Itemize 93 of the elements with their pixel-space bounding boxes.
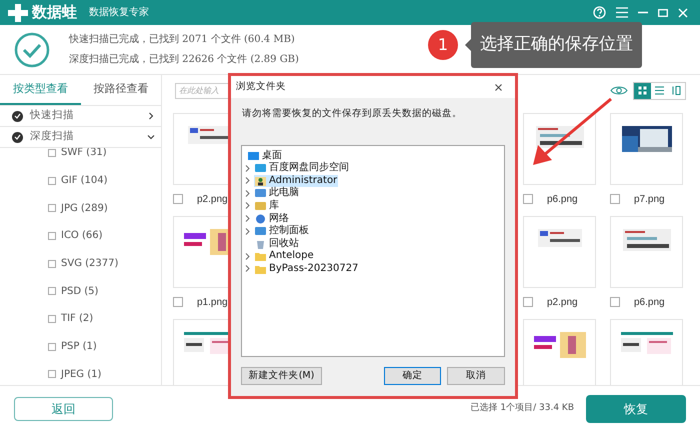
checkbox[interactable]: [48, 260, 56, 268]
control-panel-icon: [255, 226, 266, 236]
checkbox[interactable]: [610, 194, 620, 204]
view-tab[interactable]: 按类型查看: [0, 75, 80, 105]
checkbox[interactable]: [48, 342, 56, 351]
close-icon[interactable]: [495, 84, 502, 90]
checkbox[interactable]: [48, 176, 56, 185]
view-tab[interactable]: 按路径查看: [80, 75, 161, 105]
checkbox[interactable]: [48, 204, 56, 212]
tree-item[interactable]: ByPass-20230727: [254, 262, 360, 275]
thumbnail-card[interactable]: [610, 319, 683, 385]
recover-button[interactable]: 恢复: [586, 395, 686, 423]
tree-item[interactable]: 桌面: [247, 150, 283, 162]
tree-item[interactable]: 控制面板: [254, 225, 310, 238]
brand-name: 数据蛙: [32, 2, 77, 24]
check-circle-icon: [14, 32, 50, 68]
selection-summary: 已选择 1个项目/ 33.4 KB: [470, 402, 574, 416]
checkbox[interactable]: [173, 297, 183, 307]
file-name: p2.png: [197, 192, 228, 206]
grid-view-button[interactable]: [634, 82, 651, 98]
tree-item[interactable]: Antelope: [254, 250, 315, 262]
cross-logo-icon: [8, 4, 28, 22]
file-type-label: GIF (104): [61, 174, 108, 188]
file-type-label: SWF (31): [61, 148, 107, 160]
columns-icon: [672, 86, 681, 95]
minimize-icon[interactable]: [638, 11, 648, 14]
callout-tip: 选择正确的保存位置: [471, 22, 642, 68]
checkbox[interactable]: [610, 297, 620, 307]
checkbox[interactable]: [523, 297, 533, 307]
check-circle-icon[interactable]: [12, 132, 23, 142]
scan-status-text: 深度扫描已完成，已找到 22626 个文件 (2.89 GB): [69, 54, 299, 66]
app-subtitle: 数据恢复专家: [89, 6, 149, 20]
file-type-label: PSD (5): [61, 284, 98, 299]
grid-icon: [638, 86, 647, 95]
thumbnail-card[interactable]: [523, 113, 596, 185]
cloud-folder-icon: [255, 163, 266, 174]
thumbnail-card[interactable]: [610, 216, 683, 288]
checkbox[interactable]: [48, 232, 56, 240]
dialog-title: 浏览文件夹: [236, 80, 286, 94]
file-type-label: JPG (289): [61, 202, 108, 216]
scan-label: 快速扫描: [30, 108, 74, 124]
chevron-right-icon[interactable]: [147, 112, 155, 120]
computer-icon: [255, 188, 266, 198]
folder-icon: [255, 251, 266, 262]
check-circle-icon[interactable]: [12, 110, 23, 122]
checkbox[interactable]: [523, 194, 533, 204]
file-name: p2.png: [547, 296, 578, 310]
tree-item[interactable]: 回收站: [254, 238, 300, 250]
folder-icon: [255, 264, 266, 274]
back-button[interactable]: 返回: [14, 397, 113, 421]
thumbnail-card[interactable]: [610, 113, 683, 185]
thumbnail-card[interactable]: [523, 319, 596, 385]
maximize-icon[interactable]: [658, 8, 668, 16]
network-icon: [255, 214, 266, 224]
callout-pointer-icon: [465, 39, 471, 51]
file-name: p7.png: [634, 192, 665, 206]
checkbox[interactable]: [48, 148, 56, 157]
file-type-label: ICO (66): [61, 229, 103, 244]
tree-item[interactable]: 网络: [254, 212, 290, 225]
checkbox[interactable]: [48, 314, 56, 323]
scan-status-text: 快速扫描已完成，已找到 2071 个文件 (60.4 MB): [69, 34, 296, 46]
file-type-label: SVG (2377): [61, 257, 118, 272]
checkbox[interactable]: [173, 194, 183, 204]
cancel-button[interactable]: 取消: [447, 367, 505, 386]
file-name: p6.png: [547, 192, 578, 206]
thumbnail-card[interactable]: [523, 216, 596, 288]
scan-label: 深度扫描: [30, 129, 74, 144]
scan-row[interactable]: 快速扫描: [0, 106, 161, 127]
checkbox[interactable]: [48, 287, 56, 296]
library-icon: [255, 200, 266, 211]
menu-icon[interactable]: [616, 7, 628, 18]
ok-button[interactable]: 确定: [384, 367, 441, 386]
list-icon: [655, 86, 664, 95]
scan-row[interactable]: 深度扫描: [0, 127, 161, 148]
tree-item[interactable]: Administrator: [254, 174, 338, 187]
recycle-bin-icon: [255, 238, 266, 249]
file-type-label: PSP (1): [61, 340, 97, 354]
file-type-label: JPEG (1): [61, 368, 102, 382]
tree-item[interactable]: 此电脑: [254, 187, 300, 200]
file-name: p1.png: [197, 296, 228, 310]
file-type-label: TIF (2): [61, 312, 94, 326]
eye-icon[interactable]: [610, 85, 628, 96]
tree-item[interactable]: 百度网盘同步空间: [254, 162, 350, 174]
checkbox[interactable]: [48, 370, 56, 378]
help-icon[interactable]: [593, 6, 606, 19]
chevron-down-icon[interactable]: [147, 133, 155, 141]
tree-item[interactable]: 库: [254, 200, 280, 212]
desktop-icon: [248, 150, 259, 161]
user-icon: [255, 176, 266, 186]
new-folder-button[interactable]: 新建文件夹(M): [241, 367, 322, 386]
step-badge: 1: [428, 30, 458, 60]
dialog-message: 请勿将需要恢复的文件保存到原丢失数据的磁盘。: [242, 107, 463, 121]
file-name: p6.png: [634, 296, 665, 310]
